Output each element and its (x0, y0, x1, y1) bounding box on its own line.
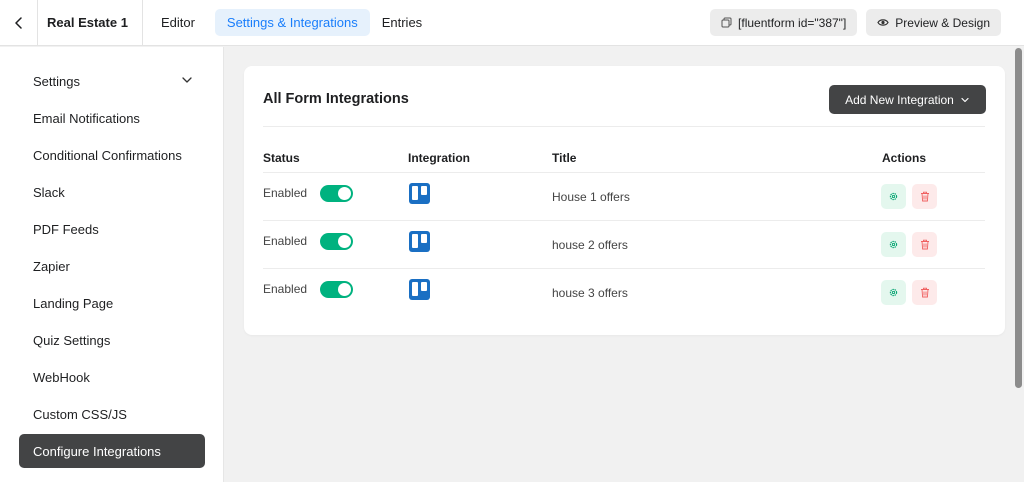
sidebar-item-configure-integrations[interactable]: Configure Integrations (19, 434, 205, 468)
sidebar-item-label: Slack (33, 184, 65, 200)
page-title: All Form Integrations (263, 91, 409, 107)
scrollbar-thumb[interactable] (1015, 48, 1022, 388)
form-name: Real Estate 1 (38, 0, 143, 46)
top-actions: [fluentform id="387"] Preview & Design (710, 9, 1001, 36)
add-integration-label: Add New Integration (845, 92, 954, 107)
integration-title: house 3 offers (552, 286, 628, 300)
tab-settings-integrations[interactable]: Settings & Integrations (214, 9, 370, 36)
page-scrollbar[interactable] (1012, 46, 1024, 482)
sidebar-item-landing-page[interactable]: Landing Page (19, 286, 205, 320)
status-text: Enabled (263, 282, 308, 296)
gear-icon (889, 288, 898, 297)
add-new-integration-button[interactable]: Add New Integration (829, 85, 986, 114)
divider (263, 126, 985, 127)
integrations-card: All Form Integrations Add New Integratio… (244, 66, 1005, 335)
shortcode-button[interactable]: [fluentform id="387"] (710, 9, 858, 36)
delete-button[interactable] (912, 280, 937, 305)
sidebar-item-label: Configure Integrations (33, 443, 161, 459)
status-toggle[interactable] (320, 233, 353, 250)
sidebar-item-label: Zapier (33, 258, 70, 274)
sidebar-item-label: Conditional Confirmations (33, 147, 182, 163)
sidebar-item-slack[interactable]: Slack (19, 175, 205, 209)
status-text: Enabled (263, 186, 308, 200)
delete-button[interactable] (912, 184, 937, 209)
preview-label: Preview & Design (895, 15, 990, 30)
chevron-down-icon (182, 77, 192, 83)
sidebar-item-label: PDF Feeds (33, 221, 99, 237)
sidebar-item-webhook[interactable]: WebHook (19, 360, 205, 394)
table-row: Enabled house 3 offers (263, 269, 985, 317)
table-row: Enabled House 1 offers (263, 173, 985, 221)
tab-entries[interactable]: Entries (370, 9, 434, 36)
delete-button[interactable] (912, 232, 937, 257)
sidebar-item-custom-css-js[interactable]: Custom CSS/JS (19, 397, 205, 431)
column-header-status: Status (263, 151, 300, 165)
trello-icon (409, 231, 430, 252)
sidebar-item-settings[interactable]: Settings (19, 64, 205, 98)
trello-icon (409, 183, 430, 204)
sidebar-item-quiz-settings[interactable]: Quiz Settings (19, 323, 205, 357)
sidebar-item-pdf-feeds[interactable]: PDF Feeds (19, 212, 205, 246)
trash-icon (920, 191, 929, 202)
tab-editor[interactable]: Editor (161, 9, 207, 36)
sidebar-item-label: Landing Page (33, 295, 114, 311)
chevron-left-icon (14, 16, 22, 29)
eye-icon (877, 19, 889, 26)
sidebar-item-email-notifications[interactable]: Email Notifications (19, 101, 205, 135)
trello-icon (409, 279, 430, 300)
integration-title: house 2 offers (552, 238, 628, 252)
table-row: Enabled house 2 offers (263, 221, 985, 269)
sidebar-item-label: Quiz Settings (33, 332, 111, 348)
trash-icon (920, 287, 929, 298)
back-button[interactable] (0, 0, 38, 46)
status-toggle[interactable] (320, 281, 353, 298)
status-toggle[interactable] (320, 185, 353, 202)
column-header-actions: Actions (882, 151, 927, 165)
integration-title: House 1 offers (552, 190, 630, 204)
sidebar-item-label: Custom CSS/JS (33, 406, 127, 422)
sidebar-item-conditional-confirmations[interactable]: Conditional Confirmations (19, 138, 205, 172)
copy-icon (721, 17, 732, 28)
chevron-down-icon (961, 97, 969, 102)
top-bar: Real Estate 1 Editor Settings & Integrat… (0, 0, 1024, 46)
shortcode-label: [fluentform id="387"] (738, 15, 847, 30)
main-nav: Editor Settings & Integrations Entries (161, 9, 434, 36)
status-text: Enabled (263, 234, 308, 248)
trash-icon (920, 239, 929, 250)
sidebar-item-label: WebHook (33, 369, 90, 385)
settings-button[interactable] (881, 280, 906, 305)
preview-design-button[interactable]: Preview & Design (866, 9, 1001, 36)
settings-button[interactable] (881, 232, 906, 257)
settings-button[interactable] (881, 184, 906, 209)
column-header-title: Title (552, 151, 577, 165)
sidebar-item-label: Email Notifications (33, 110, 140, 126)
column-header-integration: Integration (408, 151, 470, 165)
gear-icon (889, 192, 898, 201)
gear-icon (889, 240, 898, 249)
settings-sidebar: Settings Email Notifications Conditional… (0, 47, 224, 482)
sidebar-item-zapier[interactable]: Zapier (19, 249, 205, 283)
sidebar-item-label: Settings (33, 73, 80, 89)
